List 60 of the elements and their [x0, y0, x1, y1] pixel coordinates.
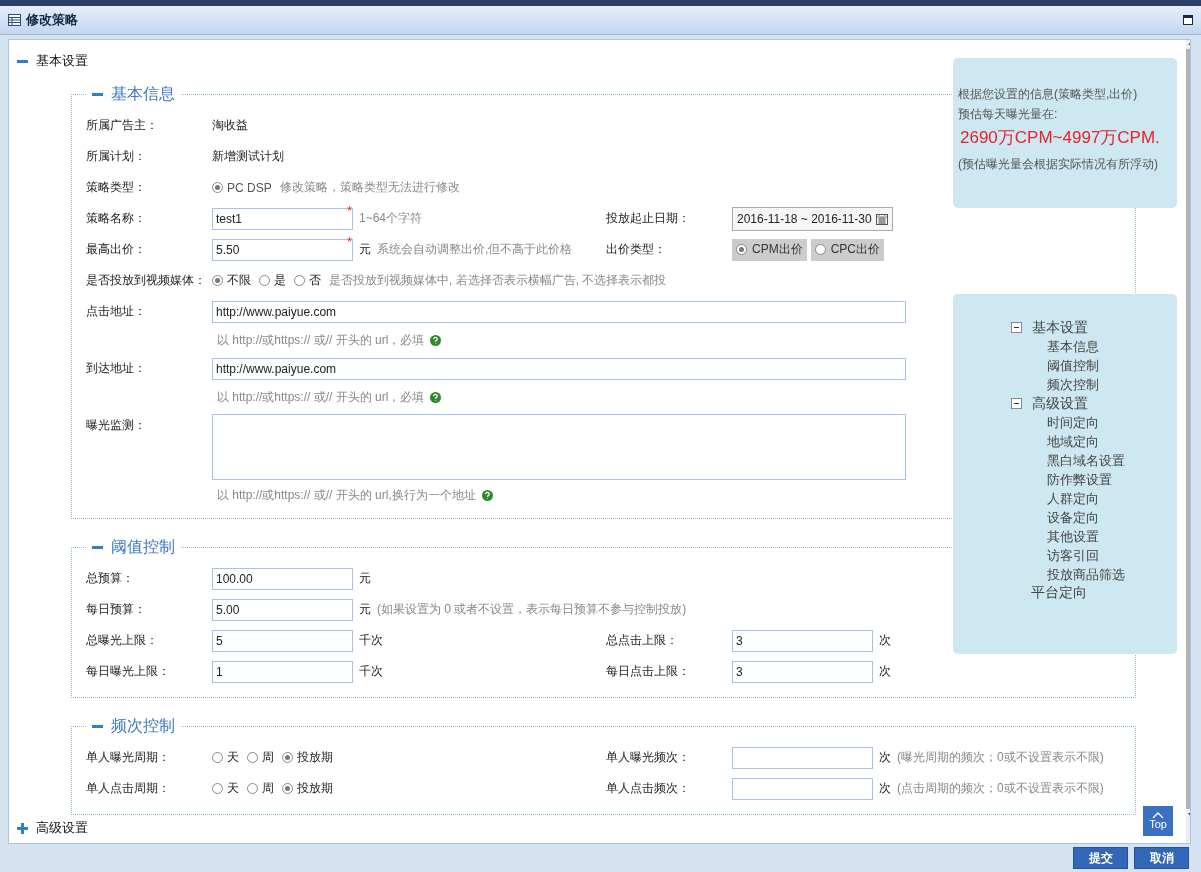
field-note: 修改策略，策略类型无法进行修改 — [279, 179, 460, 196]
window-title: 修改策略 — [26, 11, 79, 29]
field-label: 所属计划： — [86, 148, 147, 165]
estimate-range: 2690万CPM~4997万CPM. — [960, 128, 1161, 148]
field-label: 点击地址： — [86, 303, 147, 320]
unit-label: 千次 — [359, 663, 383, 680]
option-label: 投放期 — [297, 749, 333, 766]
option-label: 天 — [227, 749, 239, 766]
field-label: 每日曝光上限： — [86, 663, 171, 680]
group-title: 阈值控制 — [111, 536, 175, 557]
field-label: 总点击上限： — [606, 632, 679, 649]
field-note: 是否投放到视频媒体中, 若选择否表示横幅广告, 不选择表示都投 — [329, 272, 667, 289]
option-label: 投放期 — [297, 780, 333, 797]
field-value: 新增测试计划 — [212, 148, 284, 165]
option-label: 否 — [309, 272, 321, 289]
unit-label: 元 — [359, 601, 371, 618]
field-note: 系统会自动调整出价,但不高于此价格 — [377, 241, 573, 258]
unit-label: 次 — [879, 632, 891, 649]
field-label: 投放起止日期： — [606, 210, 691, 227]
option-label: 天 — [227, 780, 239, 797]
field-label: 总预算： — [86, 570, 135, 587]
field-note: (曝光周期的频次；0或不设置表示不限) — [897, 749, 1104, 766]
unit-label: 千次 — [359, 632, 383, 649]
field-label: 曝光监测： — [86, 417, 147, 434]
group-title: 基本信息 — [111, 83, 175, 104]
option-label: PC DSP — [227, 180, 272, 195]
option-label: 不限 — [227, 272, 251, 289]
field-label: 总曝光上限： — [86, 632, 159, 649]
field-label: 每日预算： — [86, 601, 147, 618]
field-label: 单人曝光频次： — [606, 749, 691, 766]
field-label: 策略名称： — [86, 210, 147, 227]
option-label: 周 — [262, 780, 274, 797]
field-label: 所属广告主： — [86, 117, 159, 134]
group-title: 频次控制 — [111, 715, 175, 736]
field-note: (如果设置为 0 或者不设置，表示每日预算不参与控制投放) — [377, 601, 687, 618]
estimate-lead: 预估每天曝光量在: — [958, 106, 1059, 123]
unit-label: 次 — [879, 749, 891, 766]
unit-label: 元 — [359, 241, 371, 258]
option-label: 周 — [262, 749, 274, 766]
field-value: 淘收益 — [212, 117, 248, 134]
field-label: 出价类型： — [606, 241, 667, 258]
help-text: 以 http://或https:// 或// 开头的 url，必填 — [217, 331, 425, 349]
field-note: 1~64个字符 — [359, 210, 423, 227]
help-text: 以 http://或https:// 或// 开头的 url,换行为一个地址 — [217, 486, 476, 504]
field-label: 单人点击周期： — [86, 780, 171, 797]
field-label: 最高出价： — [86, 241, 147, 258]
option-label: 是 — [274, 272, 286, 289]
estimate-intro: 根据您设置的信息(策略类型,出价) — [958, 86, 1139, 103]
unit-label: 次 — [879, 780, 891, 797]
field-label: 每日点击上限： — [606, 663, 691, 680]
unit-label: 元 — [359, 570, 371, 587]
field-label: 单人点击频次： — [606, 780, 691, 797]
field-label: 策略类型： — [86, 179, 147, 196]
field-label: 单人曝光周期： — [86, 749, 171, 766]
help-text: 以 http://或https:// 或// 开头的 url，必填 — [217, 388, 425, 406]
field-note: (点击周期的频次；0或不设置表示不限) — [897, 780, 1104, 797]
estimate-footnote: (预估曝光量会根据实际情况有所浮动) — [958, 156, 1159, 173]
unit-label: 次 — [879, 663, 891, 680]
field-label: 是否投放到视频媒体： — [86, 272, 207, 289]
field-label: 到达地址： — [86, 360, 147, 377]
